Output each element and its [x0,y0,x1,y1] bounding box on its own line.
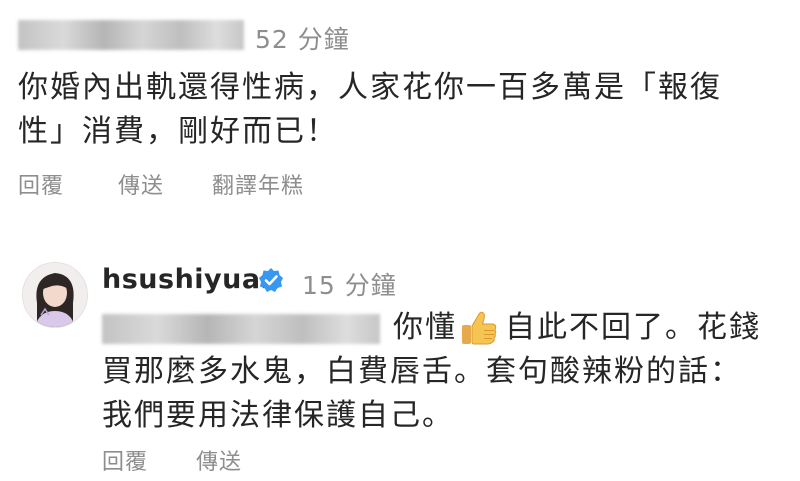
verified-badge-icon [259,268,283,292]
avatar[interactable] [22,262,88,328]
translate-button[interactable]: 翻譯年糕 [212,168,304,200]
comment-timestamp: 52 分鐘 [255,25,350,54]
reply-text-part: 你懂 [393,310,457,345]
avatar-image [23,263,87,327]
send-button[interactable]: 傳送 [118,168,164,200]
thumbs-up-icon [462,311,497,345]
comment-text-line: 你婚內出軌還得性病，人家花你一百多萬是「報復 [18,70,722,105]
reply-text-part: 自此不回了。花錢 [505,310,761,345]
reply-button[interactable]: 回覆 [102,444,148,476]
send-button[interactable]: 傳送 [196,444,242,476]
username[interactable]: hsushiyuan [102,264,280,295]
redacted-username [18,20,244,50]
comment-timestamp: 15 分鐘 [302,271,397,300]
comment-text-line: 性」消費，剛好而已！ [18,114,338,149]
reply-text-line: 買那麼多水鬼，白費唇舌。套句酸辣粉的話： [102,354,742,389]
redacted-mention [102,314,380,344]
reply-text-line: 我們要用法律保護自己。 [102,398,454,433]
reply-button[interactable]: 回覆 [18,168,64,200]
